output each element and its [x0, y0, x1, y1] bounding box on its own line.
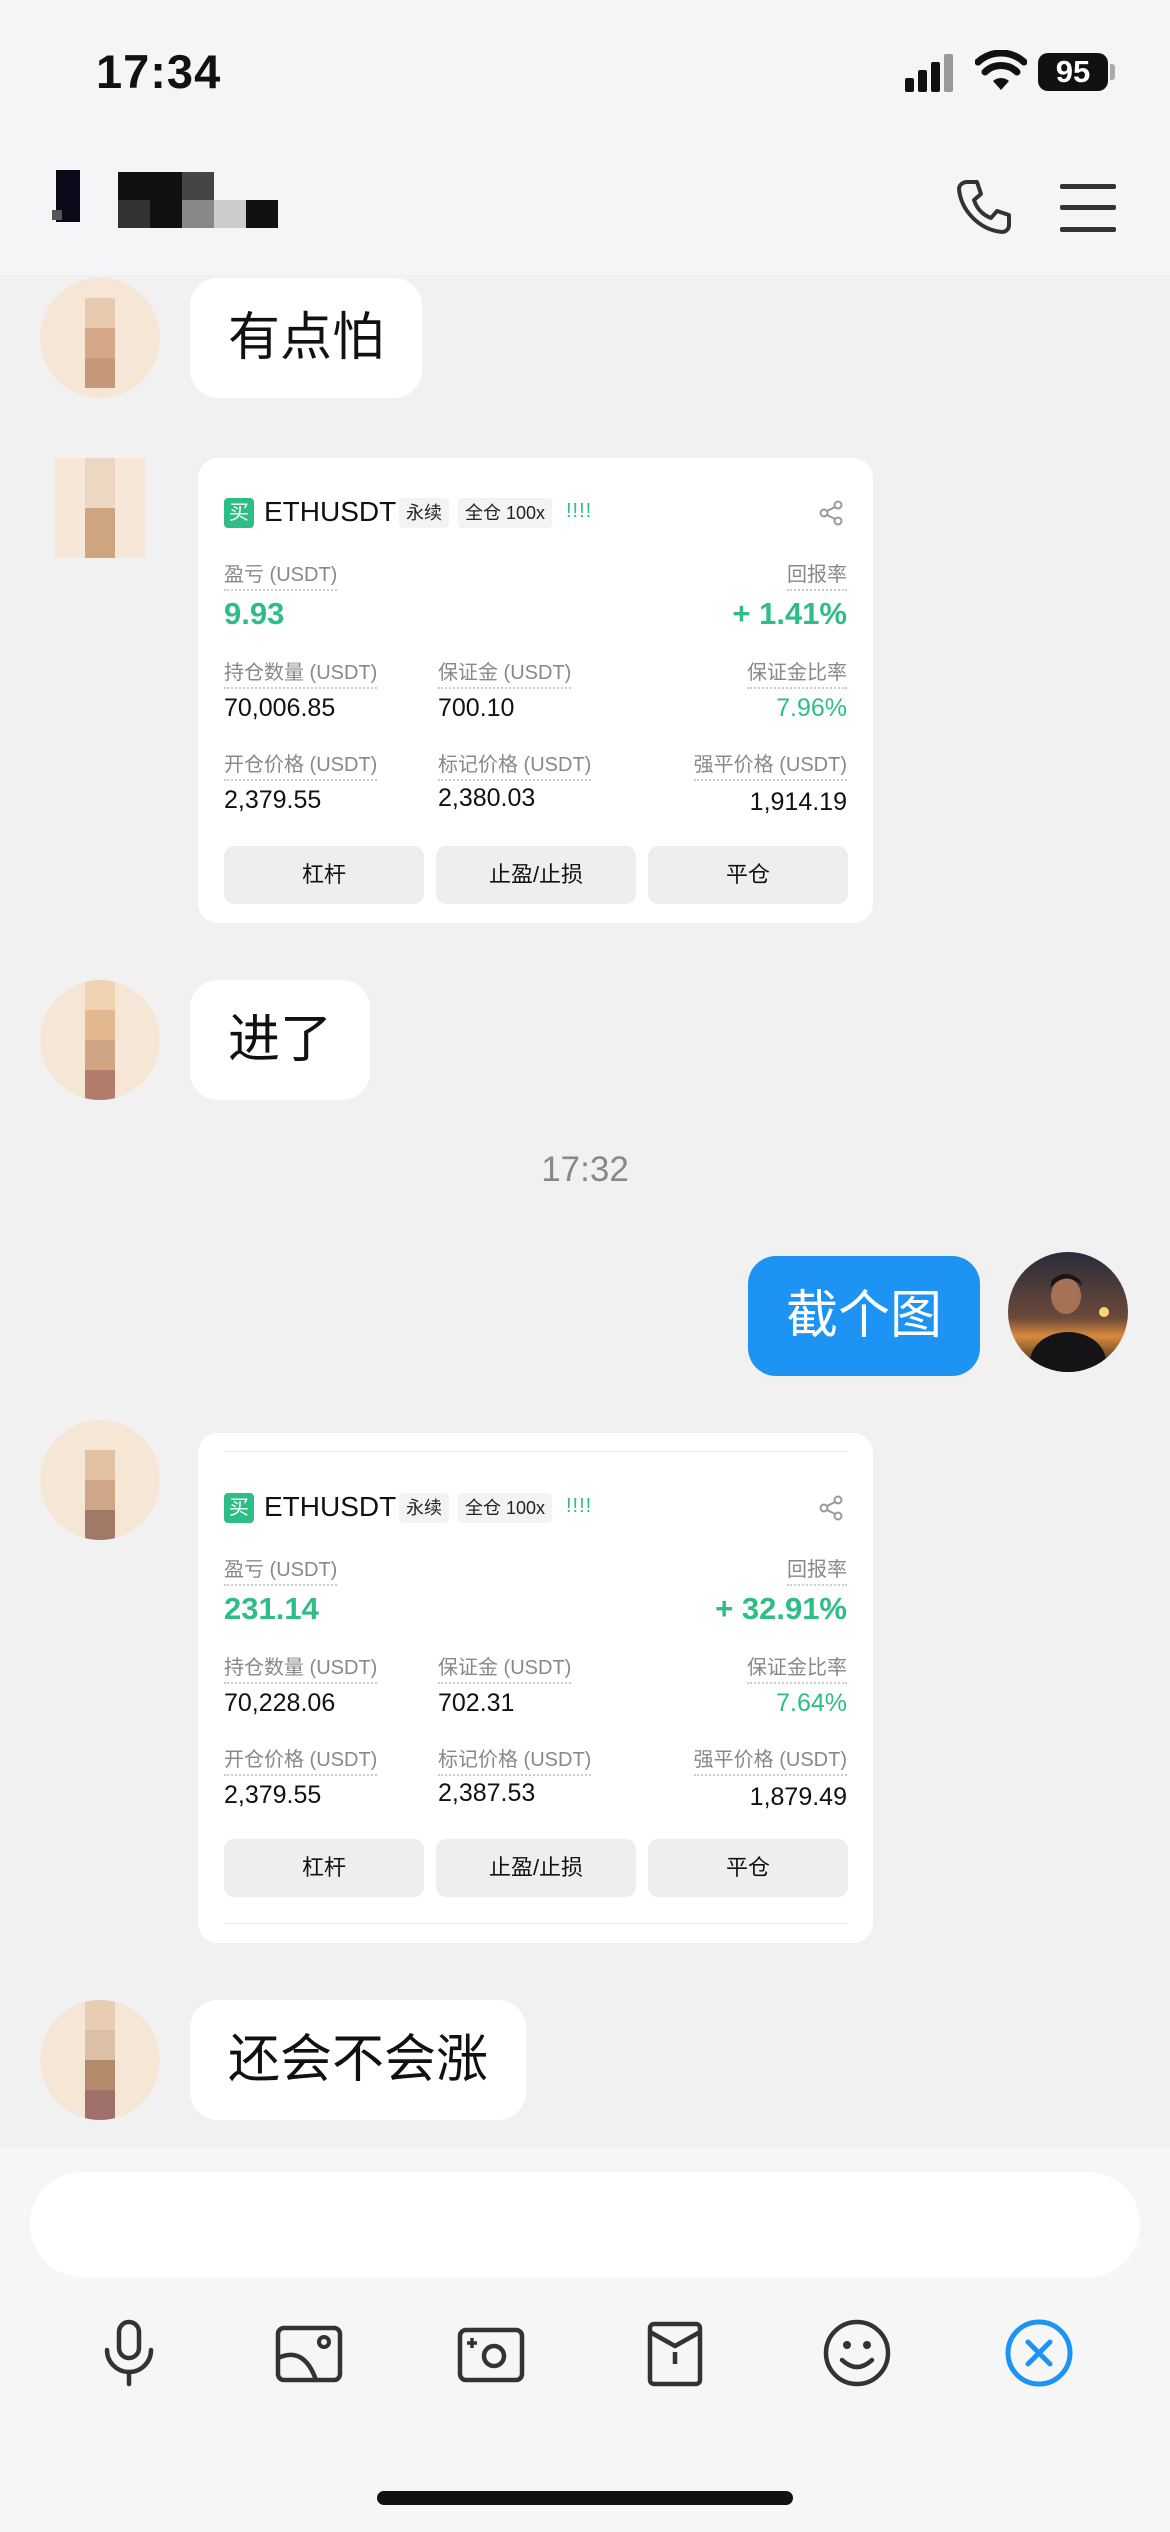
contact-name-pixelated[interactable] — [118, 172, 278, 230]
home-indicator — [377, 2491, 793, 2505]
leverage-button[interactable]: 杠杆 — [224, 846, 424, 904]
mark-price-label: 标记价格 (USDT) — [438, 1743, 592, 1776]
chat-timestamp: 17:32 — [541, 1150, 629, 1189]
roe-value: + 1.41% — [732, 596, 847, 631]
phone-icon[interactable] — [955, 178, 1013, 236]
margin-value: 700.10 — [438, 694, 515, 722]
my-avatar[interactable] — [1008, 1252, 1128, 1372]
position-card[interactable]: 买 ETHUSDT 永续 全仓 100x !!!! 盈亏 (USDT) 回报率 … — [198, 1433, 873, 1943]
contact-avatar[interactable] — [40, 278, 160, 398]
roe-label: 回报率 — [787, 1553, 847, 1586]
margin-ratio-value: 7.64% — [776, 1689, 847, 1717]
divider — [224, 1923, 847, 1924]
emoji-icon[interactable] — [822, 2318, 892, 2388]
contact-avatar[interactable] — [40, 1420, 160, 1540]
liq-price-label: 强平价格 (USDT) — [693, 748, 847, 781]
margin-label: 保证金 (USDT) — [438, 656, 572, 689]
image-icon[interactable] — [274, 2318, 344, 2388]
margin-ratio-value: 7.96% — [776, 694, 847, 722]
pnl-value: 9.93 — [224, 596, 285, 631]
size-label: 持仓数量 (USDT) — [224, 1651, 378, 1684]
symbol: ETHUSDT — [264, 496, 397, 527]
margin-label: 保证金 (USDT) — [438, 1651, 572, 1684]
size-value: 70,228.06 — [224, 1689, 336, 1717]
margin-mode-tag: 全仓 100x — [458, 1493, 553, 1523]
my-message-bubble[interactable]: 截个图 — [747, 1256, 980, 1376]
entry-price-value: 2,379.55 — [224, 1781, 322, 1809]
contact-avatar[interactable] — [40, 2000, 160, 2120]
mark-price-value: 2,387.53 — [438, 1779, 536, 1807]
roe-value: + 32.91% — [715, 1591, 847, 1626]
buy-tag: 买 — [224, 498, 254, 528]
status-bar: 17:34 95 — [0, 0, 1170, 150]
close-position-button[interactable]: 平仓 — [648, 1839, 848, 1897]
message-input[interactable] — [30, 2172, 1140, 2277]
entry-price-label: 开仓价格 (USDT) — [224, 1743, 378, 1776]
cellular-signal-icon — [905, 52, 953, 92]
entry-price-label: 开仓价格 (USDT) — [224, 748, 378, 781]
contract-type-tag: 永续 — [399, 498, 449, 528]
red-envelope-icon[interactable] — [640, 2318, 710, 2388]
size-label: 持仓数量 (USDT) — [224, 656, 378, 689]
contact-avatar[interactable] — [40, 980, 160, 1100]
share-icon[interactable] — [818, 500, 844, 526]
mark-price-value: 2,380.03 — [438, 784, 536, 812]
signal-bars: !!!! — [566, 500, 593, 522]
position-card[interactable]: 买 ETHUSDT 永续 全仓 100x !!!! 盈亏 (USDT) 回报率 … — [198, 458, 873, 923]
leverage-button[interactable]: 杠杆 — [224, 1839, 424, 1897]
pnl-label: 盈亏 (USDT) — [224, 558, 338, 591]
signal-bars: !!!! — [566, 1495, 593, 1517]
margin-mode-tag: 全仓 100x — [458, 498, 553, 528]
pnl-label: 盈亏 (USDT) — [224, 1553, 338, 1586]
margin-value: 702.31 — [438, 1689, 515, 1717]
back-button[interactable] — [52, 170, 84, 228]
entry-price-value: 2,379.55 — [224, 786, 322, 814]
camera-icon[interactable] — [456, 2318, 526, 2388]
contract-type-tag: 永续 — [399, 1493, 449, 1523]
close-position-button[interactable]: 平仓 — [648, 846, 848, 904]
microphone-icon[interactable] — [94, 2318, 164, 2388]
liq-price-value: 1,914.19 — [749, 788, 847, 816]
menu-icon[interactable] — [1060, 182, 1116, 234]
contact-avatar[interactable] — [40, 458, 160, 558]
battery-tip — [1110, 64, 1115, 80]
margin-ratio-label: 保证金比率 — [747, 656, 847, 689]
message-bubble[interactable]: 进了 — [190, 980, 371, 1100]
pnl-value: 231.14 — [224, 1591, 319, 1626]
close-circle-icon[interactable] — [1004, 2318, 1074, 2388]
buy-tag: 买 — [224, 1493, 254, 1523]
message-bubble[interactable]: 还会不会涨 — [190, 2000, 527, 2120]
tpsl-button[interactable]: 止盈/止损 — [436, 846, 636, 904]
size-value: 70,006.85 — [224, 694, 336, 722]
symbol: ETHUSDT — [264, 1491, 397, 1522]
liq-price-label: 强平价格 (USDT) — [693, 1743, 847, 1776]
mark-price-label: 标记价格 (USDT) — [438, 748, 592, 781]
divider — [224, 1451, 847, 1452]
roe-label: 回报率 — [787, 558, 847, 591]
battery-indicator: 95 — [1038, 53, 1108, 91]
liq-price-value: 1,879.49 — [749, 1783, 847, 1811]
wifi-icon — [975, 50, 1027, 90]
tpsl-button[interactable]: 止盈/止损 — [436, 1839, 636, 1897]
margin-ratio-label: 保证金比率 — [747, 1651, 847, 1684]
message-bubble[interactable]: 有点怕 — [190, 278, 423, 398]
share-icon[interactable] — [818, 1495, 844, 1521]
status-time: 17:34 — [96, 45, 222, 98]
